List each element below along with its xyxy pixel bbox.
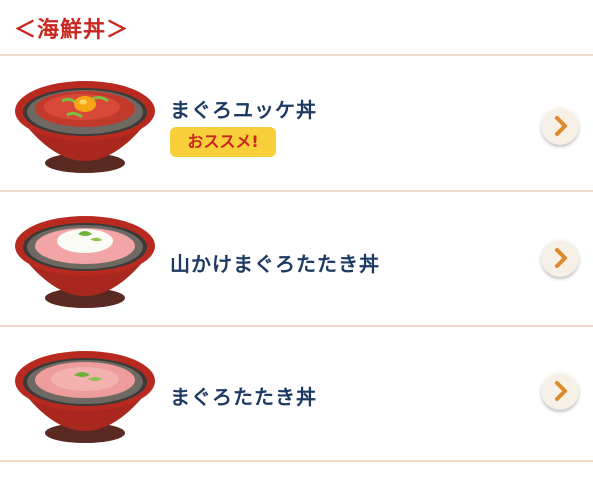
divider [0, 54, 593, 56]
menu-item-name: まぐろたたき丼 [170, 385, 317, 409]
chevron-right-icon[interactable] [541, 107, 579, 145]
menu-item-name: 山かけまぐろたたき丼 [170, 252, 380, 276]
menu-item-yamakake-maguro-tataki-don[interactable]: 山かけまぐろたたき丼 [0, 192, 593, 325]
section-title: ＜海鮮丼＞ [14, 18, 130, 43]
recommend-badge: おススメ! [170, 127, 276, 157]
maguro-yukke-don-image [15, 81, 155, 173]
menu-item-maguro-yukke-don[interactable]: まぐろユッケ丼 おススメ! [0, 57, 593, 190]
menu-item-maguro-tataki-don[interactable]: まぐろたたき丼 [0, 327, 593, 460]
chevron-right-icon[interactable] [541, 372, 579, 410]
menu-item-name: まぐろユッケ丼 [170, 98, 317, 122]
bottom-spacer [0, 462, 593, 480]
chevron-right-icon[interactable] [541, 239, 579, 277]
yamakake-maguro-tataki-don-image [15, 216, 155, 308]
section-header: ＜海鮮丼＞ [0, 0, 593, 54]
maguro-tataki-don-image [15, 351, 155, 443]
